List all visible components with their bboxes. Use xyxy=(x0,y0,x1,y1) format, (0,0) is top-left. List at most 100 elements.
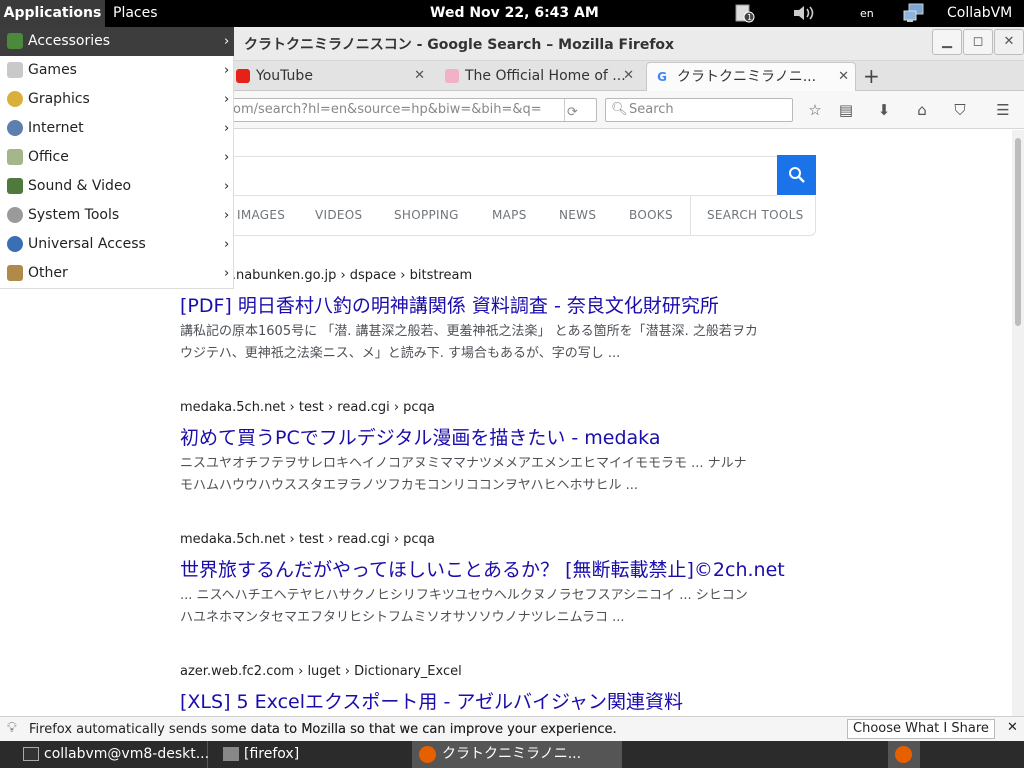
user-menu[interactable]: CollabVM xyxy=(947,0,1012,27)
result-cite: medaka.5ch.net › test › read.cgi › pcqa xyxy=(180,400,435,415)
taskbar-item-label: collabvm@vm8-deskt... xyxy=(44,746,210,762)
menu-item-universal-access[interactable]: Universal Access › xyxy=(0,230,234,259)
notification-close-icon[interactable]: ✕ xyxy=(1007,720,1018,735)
universal-access-icon xyxy=(7,236,23,252)
chevron-right-icon: › xyxy=(224,266,230,281)
menu-item-label: System Tools xyxy=(28,207,120,223)
minimize-icon: ▁ xyxy=(942,34,952,49)
result-snippet: モハムハウウハウススタエヲラノツフカモコンリココンヲヤハヒヘホサヒル ... xyxy=(180,478,639,493)
clipboard-notification-icon[interactable]: 1 xyxy=(733,3,755,30)
workspace-switcher[interactable] xyxy=(888,741,920,768)
reload-icon: ⟳ xyxy=(567,105,578,120)
menu-item-graphics[interactable]: Graphics › xyxy=(0,85,234,114)
google-tab-videos[interactable]: VIDEOS xyxy=(315,208,362,222)
choose-what-i-share-button[interactable]: Choose What I Share xyxy=(847,719,995,739)
menu-item-label: Universal Access xyxy=(28,236,146,252)
google-search-button[interactable] xyxy=(777,155,816,195)
menu-item-accessories[interactable]: Accessories › xyxy=(0,27,234,56)
office-icon xyxy=(7,149,23,165)
result-snippet: ... ニスヘハチエヘテヤヒハサクノヒシリフキツユセウヘルクヌノラセフスアシニコ… xyxy=(180,588,748,603)
volume-icon[interactable] xyxy=(791,3,817,30)
maximize-icon: ◻ xyxy=(972,34,984,49)
scrollbar-thumb[interactable] xyxy=(1015,138,1021,326)
google-tab-images[interactable]: IMAGES xyxy=(237,208,285,222)
chevron-right-icon: › xyxy=(224,208,230,223)
tab-close-icon[interactable]: ✕ xyxy=(623,62,634,90)
menu-item-label: Internet xyxy=(28,120,84,136)
menu-item-system-tools[interactable]: System Tools › xyxy=(0,201,234,230)
search-input[interactable]: 🔍︎ Search xyxy=(605,98,793,122)
reading-list-icon[interactable]: ▤ xyxy=(835,100,857,120)
places-menu-button[interactable]: Places xyxy=(113,0,158,27)
menu-item-label: Sound & Video xyxy=(28,178,132,194)
menu-item-sound-video[interactable]: Sound & Video › xyxy=(0,172,234,201)
new-tab-button[interactable]: + xyxy=(863,64,880,88)
url-bar[interactable]: om/search?hl=en&source=hp&biw=&bih=&q= ⟳ xyxy=(230,98,597,122)
downloads-icon[interactable]: ⬇ xyxy=(873,100,895,120)
menu-item-games[interactable]: Games › xyxy=(0,56,234,85)
result-title-link[interactable]: [PDF] 明日香村八釣の明神講関係 資料調査 - 奈良文化財研究所 xyxy=(180,291,820,318)
applications-menu-button[interactable]: Applications xyxy=(0,0,105,27)
menu-item-office[interactable]: Office › xyxy=(0,143,234,172)
tab-close-icon[interactable]: ✕ xyxy=(414,62,425,90)
sound-video-icon xyxy=(7,178,23,194)
vertical-scrollbar[interactable] xyxy=(1012,130,1024,716)
firefox-window: クラトクニミラノニスコン - Google Search – Mozilla F… xyxy=(8,27,1024,741)
google-tab-shopping[interactable]: SHOPPING xyxy=(394,208,459,222)
chevron-right-icon: › xyxy=(224,179,230,194)
result-snippet: ニスユヤオチフテヲサレロキヘイノコアヌミママナツメメアエメンエヒマイイモモラモ … xyxy=(180,456,747,471)
google-tab-maps[interactable]: MAPS xyxy=(492,208,527,222)
youtube-favicon-icon xyxy=(236,69,250,83)
menu-item-label: Accessories xyxy=(28,33,111,49)
tab-google-search[interactable]: G クラトクニミラノニ... ✕ xyxy=(646,62,856,91)
chevron-right-icon: › xyxy=(224,121,230,136)
google-tab-news[interactable]: NEWS xyxy=(559,208,596,222)
search-placeholder: Search xyxy=(629,102,674,117)
result-title-link[interactable]: 世界旅するんだがやってほしいことあるか？ [無断転載禁止]©2ch.net xyxy=(180,555,820,582)
google-favicon-icon: G xyxy=(657,70,667,84)
lightbulb-icon: 💡︎ xyxy=(7,720,17,736)
top-panel: Applications Places Wed Nov 22, 6:43 AM … xyxy=(0,0,1024,27)
google-tabs-divider xyxy=(690,196,691,236)
google-tab-books[interactable]: BOOKS xyxy=(629,208,673,222)
window-title: クラトクニミラノニスコン - Google Search – Mozilla F… xyxy=(244,37,675,53)
tab-youtube[interactable]: YouTube ✕ xyxy=(234,62,431,91)
chevron-right-icon: › xyxy=(224,34,230,49)
games-icon xyxy=(7,62,23,78)
reload-button[interactable]: ⟳ xyxy=(564,99,596,121)
network-icon[interactable] xyxy=(902,3,926,30)
search-result: medaka.5ch.net › test › read.cgi › pcqa … xyxy=(180,532,820,629)
taskbar-item-firefox-window[interactable]: クラトクニミラノニ... xyxy=(412,741,622,768)
tab-official-home[interactable]: The Official Home of ... ✕ xyxy=(443,62,640,91)
menu-item-other[interactable]: Other › xyxy=(0,259,234,288)
result-title-link[interactable]: [XLS] 5 Excelエクスポート用 - アゼルバイジャン関連資料 xyxy=(180,687,820,714)
chevron-right-icon: › xyxy=(224,150,230,165)
taskbar-item-terminal[interactable]: collabvm@vm8-deskt... xyxy=(18,741,210,768)
bookmark-star-icon[interactable]: ☆ xyxy=(804,100,826,120)
pocket-icon[interactable]: ⛉ xyxy=(949,100,971,120)
minimize-button[interactable]: ▁ xyxy=(932,29,962,55)
google-search-box[interactable] xyxy=(234,156,777,196)
window-titlebar[interactable]: クラトクニミラノニスコン - Google Search – Mozilla F… xyxy=(234,27,1024,61)
search-result: y.nabunken.go.jp › dspace › bitstream [P… xyxy=(180,268,820,365)
system-tools-icon xyxy=(7,207,23,223)
clock[interactable]: Wed Nov 22, 6:43 AM xyxy=(430,0,599,27)
maximize-button[interactable]: ◻ xyxy=(963,29,993,55)
result-title-link[interactable]: 初めて買うPCでフルデジタル漫画を描きたい - medaka xyxy=(180,423,820,450)
firefox-icon xyxy=(419,746,436,763)
close-button[interactable]: ✕ xyxy=(994,29,1024,55)
chevron-right-icon: › xyxy=(224,63,230,78)
result-cite: medaka.5ch.net › test › read.cgi › pcqa xyxy=(180,532,435,547)
menu-item-label: Games xyxy=(28,62,77,78)
taskbar-item-label: クラトクニミラノニ... xyxy=(442,746,582,762)
tab-close-icon[interactable]: ✕ xyxy=(838,63,849,91)
menu-hamburger-icon[interactable]: ☰ xyxy=(992,100,1014,120)
taskbar: collabvm@vm8-deskt... [firefox] クラトクニミラノ… xyxy=(0,741,1024,768)
google-search-tools[interactable]: SEARCH TOOLS xyxy=(707,208,804,222)
home-icon[interactable]: ⌂ xyxy=(911,100,933,120)
menu-item-label: Graphics xyxy=(28,91,90,107)
keyboard-layout-indicator[interactable]: en xyxy=(860,0,874,27)
terminal-icon xyxy=(23,747,39,761)
taskbar-item-firefox-folder[interactable]: [firefox] xyxy=(218,741,408,768)
menu-item-internet[interactable]: Internet › xyxy=(0,114,234,143)
